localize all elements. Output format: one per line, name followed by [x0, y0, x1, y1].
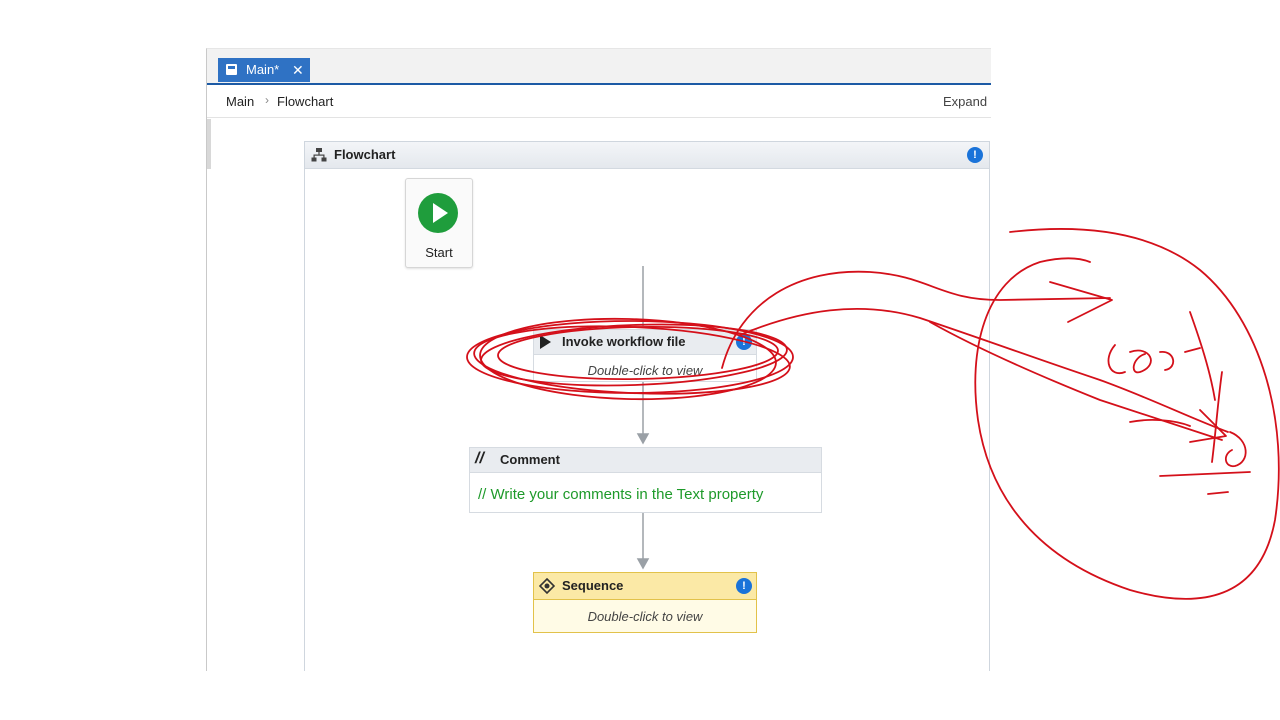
annotation-arrowhead — [1189, 409, 1227, 443]
flowchart-title: Flowchart — [334, 147, 396, 162]
annotation-handwriting — [1189, 311, 1223, 463]
workflow-doc-icon — [226, 64, 237, 75]
breadcrumb: Main › Flowchart Expand a — [207, 85, 991, 118]
comment-icon: // — [475, 450, 484, 467]
activity-header: // Comment — [470, 448, 821, 473]
breadcrumb-flowchart[interactable]: Flowchart — [277, 94, 333, 109]
tab-close-icon[interactable]: ✕ — [292, 58, 304, 82]
activity-title: Sequence — [562, 578, 624, 593]
tab-main-label: Main* — [246, 62, 280, 77]
annotation-handwriting — [1225, 431, 1247, 467]
activity-header: Sequence ! — [534, 573, 756, 600]
flowchart-icon — [311, 148, 327, 162]
activity-hint: Double-click to view — [587, 363, 703, 378]
activity-title: Invoke workflow file — [562, 334, 686, 349]
expand-all-link[interactable]: Expand a — [943, 94, 991, 109]
info-icon[interactable]: ! — [967, 147, 983, 163]
start-label: Start — [425, 245, 453, 260]
start-node[interactable]: Start — [405, 178, 473, 268]
invoke-play-icon — [540, 335, 551, 349]
annotation-arrowhead — [1049, 281, 1113, 323]
info-icon[interactable]: ! — [736, 334, 752, 350]
activity-title: Comment — [500, 452, 560, 467]
info-icon[interactable]: ! — [736, 578, 752, 594]
play-icon — [418, 193, 458, 233]
activity-header: Invoke workflow file ! — [534, 330, 756, 355]
comment-activity[interactable]: // Comment // Write your comments in the… — [469, 447, 822, 513]
flowchart-header: Flowchart ! — [305, 142, 989, 169]
annotation-handwriting — [1107, 344, 1201, 375]
side-panel-edge — [207, 119, 211, 169]
sequence-icon — [539, 578, 555, 594]
comment-text: // Write your comments in the Text prope… — [478, 486, 764, 503]
annotation-underline — [1129, 419, 1251, 495]
annotation-big-loop — [974, 228, 1280, 600]
breadcrumb-main[interactable]: Main — [226, 94, 254, 109]
breadcrumb-separator-icon: › — [265, 93, 269, 107]
invoke-workflow-activity[interactable]: Invoke workflow file ! Double-click to v… — [533, 329, 757, 382]
sequence-activity[interactable]: Sequence ! Double-click to view — [533, 572, 757, 633]
document-tabstrip: Main* ✕ — [207, 49, 991, 85]
activity-hint: Double-click to view — [587, 609, 703, 624]
tab-main[interactable]: Main* ✕ — [218, 58, 310, 82]
